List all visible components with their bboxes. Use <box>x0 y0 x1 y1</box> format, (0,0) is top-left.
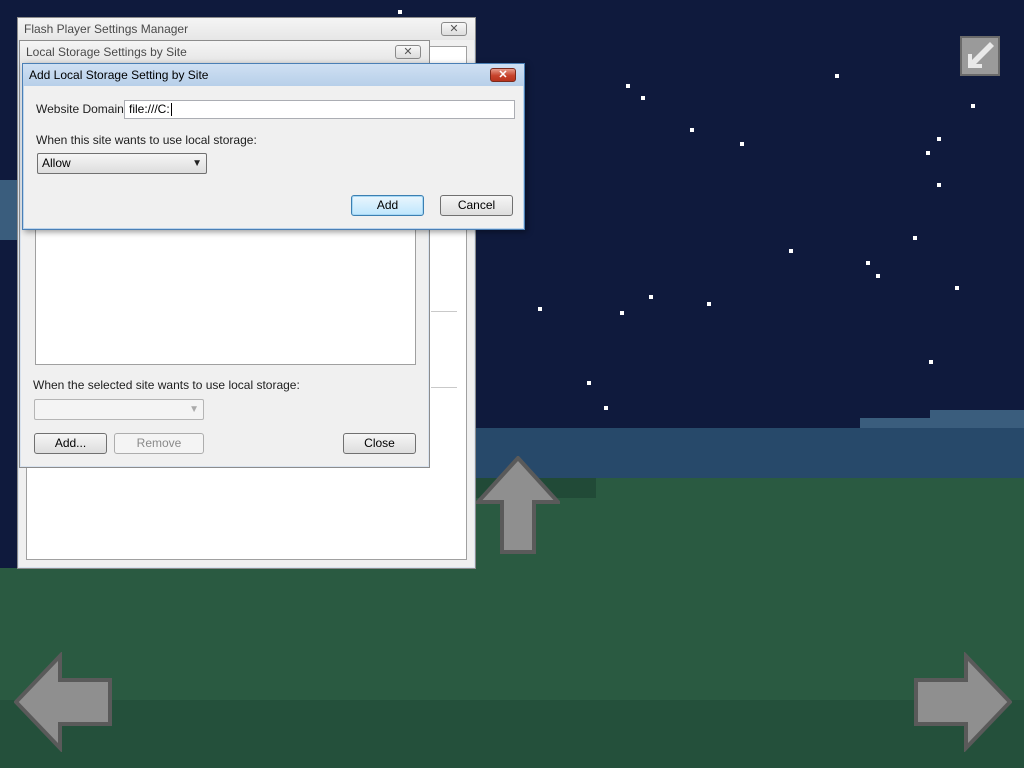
star <box>971 104 975 108</box>
chevron-down-icon: ▼ <box>192 158 202 169</box>
local-storage-permission-select[interactable]: Allow ▼ <box>37 153 207 174</box>
star <box>937 183 941 187</box>
star <box>604 406 608 410</box>
chevron-down-icon: ▼ <box>189 404 199 415</box>
local-storage-titlebar: Local Storage Settings by Site ✕ <box>20 41 429 63</box>
website-domain-value: file:///C: <box>129 102 170 116</box>
selected-site-storage-select[interactable]: ▼ <box>34 399 204 420</box>
right-arrow-button[interactable] <box>912 652 1012 752</box>
add-site-button[interactable]: Add... <box>34 433 107 454</box>
site-list[interactable] <box>35 227 416 365</box>
cancel-button[interactable]: Cancel <box>440 195 513 216</box>
star <box>620 311 624 315</box>
star <box>626 84 630 88</box>
remove-site-button[interactable]: Remove <box>114 433 204 454</box>
left-arrow-icon <box>14 652 112 752</box>
divider <box>431 387 457 388</box>
up-arrow-button[interactable] <box>476 456 560 556</box>
star <box>649 295 653 299</box>
close-icon[interactable]: ✕ <box>441 22 467 36</box>
window-title: Flash Player Settings Manager <box>24 22 189 36</box>
right-arrow-icon <box>914 652 1012 752</box>
star <box>835 74 839 78</box>
star <box>876 274 880 278</box>
star <box>538 307 542 311</box>
star <box>690 128 694 132</box>
add-setting-dialog: Add Local Storage Setting by Site ✕ Webs… <box>22 63 525 230</box>
star <box>955 286 959 290</box>
close-icon[interactable]: ✕ <box>490 68 516 82</box>
local-storage-permission-value: Allow <box>42 156 71 170</box>
star <box>587 381 591 385</box>
add-button[interactable]: Add <box>351 195 424 216</box>
add-setting-titlebar: Add Local Storage Setting by Site ✕ <box>23 64 524 86</box>
star <box>913 236 917 240</box>
dialog-body: Website Domain: file:///C: When this sit… <box>25 88 522 227</box>
star <box>740 142 744 146</box>
star <box>929 360 933 364</box>
close-icon[interactable]: ✕ <box>395 45 421 59</box>
star <box>866 261 870 265</box>
star <box>707 302 711 306</box>
grass-shadow <box>0 700 1024 768</box>
left-arrow-button[interactable] <box>14 652 114 752</box>
star <box>937 137 941 141</box>
settings-manager-titlebar: Flash Player Settings Manager ✕ <box>18 18 475 40</box>
star <box>789 249 793 253</box>
star <box>641 96 645 100</box>
fullscreen-toggle-button[interactable] <box>960 36 1000 76</box>
website-domain-input[interactable]: file:///C: <box>124 100 515 119</box>
star <box>398 10 402 14</box>
dialog-title: Add Local Storage Setting by Site <box>29 68 209 82</box>
divider <box>431 311 457 312</box>
close-button[interactable]: Close <box>343 433 416 454</box>
mountain-ridge <box>930 410 1024 420</box>
up-arrow-icon <box>476 456 560 554</box>
selected-site-storage-label: When the selected site wants to use loca… <box>33 378 300 392</box>
local-storage-permission-label: When this site wants to use local storag… <box>36 133 257 147</box>
window-title: Local Storage Settings by Site <box>26 45 187 59</box>
star <box>926 151 930 155</box>
text-cursor <box>170 103 172 117</box>
website-domain-label: Website Domain: <box>36 102 128 116</box>
collapse-arrow-icon <box>968 42 994 68</box>
